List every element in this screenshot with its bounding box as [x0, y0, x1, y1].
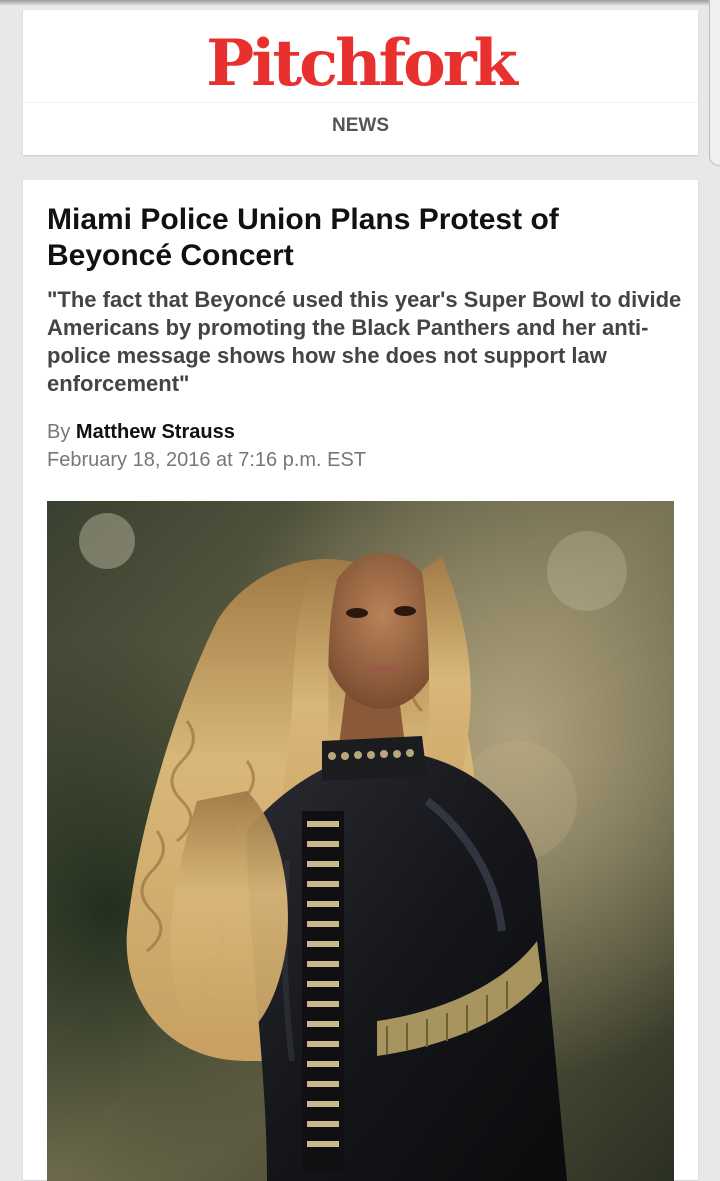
- article-card: Miami Police Union Plans Protest of Beyo…: [23, 180, 698, 1181]
- article-dek: "The fact that Beyoncé used this year's …: [47, 287, 682, 396]
- article-headline: Miami Police Union Plans Protest of Beyo…: [47, 203, 559, 272]
- byline-prefix: By: [47, 421, 71, 443]
- site-header: Pitchfork NEWS: [23, 10, 698, 155]
- publish-date: February 18, 2016 at 7:16 p.m. EST: [47, 449, 367, 471]
- pitchfork-logo[interactable]: Pitchfork: [23, 32, 698, 96]
- article-hero-image[interactable]: [47, 501, 674, 1181]
- byline: By Matthew Strauss: [47, 420, 235, 444]
- header-divider: [23, 102, 698, 103]
- bullet-strap: [302, 811, 344, 1171]
- status-bar-shadow: [0, 0, 720, 6]
- hero-photo-illustration: [47, 501, 674, 1181]
- scroll-edge: [709, 0, 720, 166]
- author-link[interactable]: Matthew Strauss: [76, 421, 235, 443]
- section-link-news[interactable]: NEWS: [23, 115, 698, 137]
